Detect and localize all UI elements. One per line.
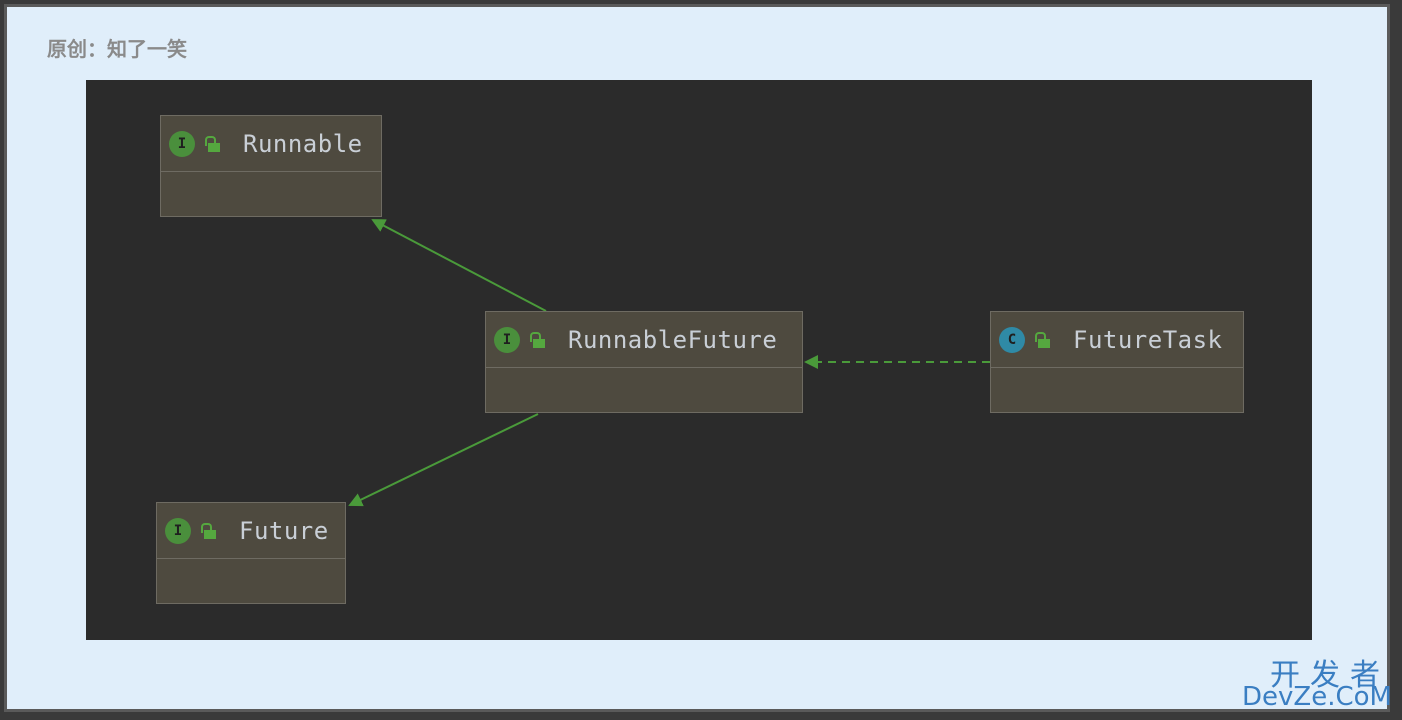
- node-header: I RunnableFuture: [486, 312, 802, 368]
- node-future[interactable]: I Future: [156, 502, 346, 604]
- public-lock-icon: [1035, 331, 1051, 349]
- node-header: I Future: [157, 503, 345, 559]
- node-name: FutureTask: [1073, 325, 1223, 354]
- node-runnable[interactable]: I Runnable: [160, 115, 382, 217]
- edge-runnablefuture-to-future: [348, 413, 539, 507]
- public-lock-icon: [530, 331, 546, 349]
- interface-icon: I: [165, 517, 191, 544]
- node-header: C FutureTask: [991, 312, 1243, 368]
- node-futuretask[interactable]: C FutureTask: [990, 311, 1244, 413]
- node-runnablefuture[interactable]: I RunnableFuture: [485, 311, 803, 413]
- watermark-line2: DevZe.CoM: [1242, 682, 1392, 712]
- interface-icon: I: [169, 130, 195, 157]
- interface-icon: I: [494, 326, 520, 353]
- node-name: RunnableFuture: [568, 325, 778, 354]
- public-lock-icon: [201, 522, 217, 540]
- node-header: I Runnable: [161, 116, 381, 172]
- edge-runnablefuture-to-runnable: [371, 219, 547, 312]
- node-name: Future: [239, 516, 329, 545]
- diagram-canvas: I Runnable I RunnableFuture I Future C F…: [86, 80, 1312, 640]
- public-lock-icon: [205, 135, 221, 153]
- class-icon: C: [999, 326, 1025, 353]
- page-title: 原创：知了一笑: [47, 37, 187, 61]
- node-name: Runnable: [243, 129, 363, 158]
